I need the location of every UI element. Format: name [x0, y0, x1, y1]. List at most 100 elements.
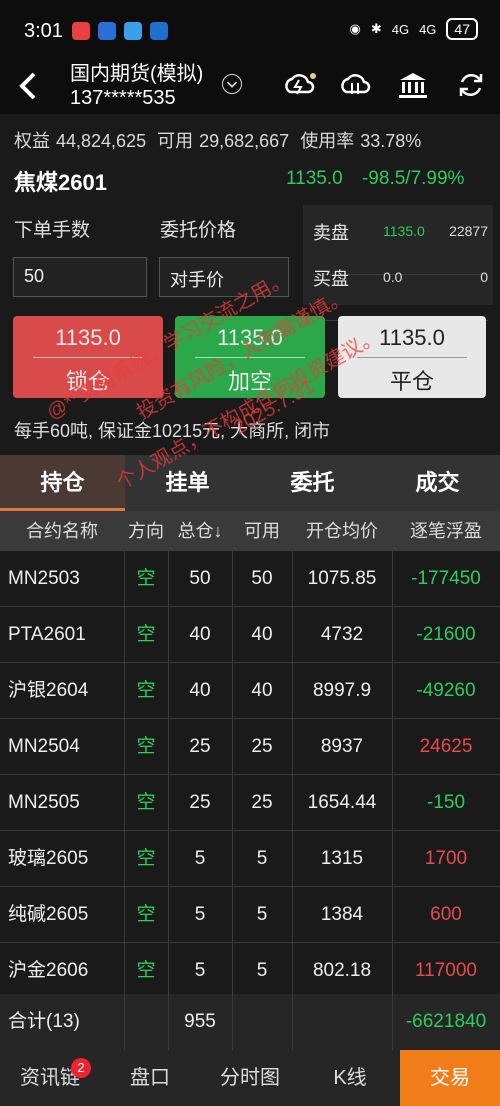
chevron-down-icon[interactable]	[222, 74, 242, 94]
add-short-button[interactable]: 1135.0 加空	[175, 316, 325, 398]
status-time: 3:01	[24, 20, 63, 42]
tab-pending[interactable]: 挂单	[125, 455, 250, 511]
direction: 空	[136, 904, 156, 925]
table-header: 合约名称 方向 总仓↓ 可用 开仓均价 逐笔浮盈	[0, 511, 500, 551]
table-row[interactable]: 沪金2606 空 5 5 802.18 117000	[0, 943, 500, 999]
total-qty: 955	[184, 1011, 216, 1032]
qty-input[interactable]: 50	[13, 257, 147, 297]
column-divider	[168, 511, 169, 1051]
direction: 空	[136, 568, 156, 589]
short-price: 1135.0	[217, 325, 283, 350]
column-divider	[124, 511, 125, 1051]
lock-label: 锁仓	[65, 369, 110, 394]
buy-volume: 0	[480, 269, 488, 285]
contract-name: PTA2601	[8, 624, 86, 645]
contract-name: MN2505	[8, 792, 80, 813]
lock-position-button[interactable]: 1135.0 锁仓	[13, 316, 163, 398]
price-input[interactable]: 对手价	[159, 257, 289, 297]
available-label: 可用	[157, 131, 194, 151]
pnl: -21600	[416, 624, 476, 645]
status-app-icons	[72, 22, 168, 40]
table-row[interactable]: PTA2601 空 40 40 4732 -21600	[0, 607, 500, 663]
buy-row[interactable]: 买盘 0.0 0	[313, 265, 488, 321]
contract-name: 沪金2606	[8, 960, 89, 981]
table-row[interactable]: 沪银2604 空 40 40 8997.9 -49260	[0, 663, 500, 719]
nav-trade[interactable]: 交易	[400, 1050, 500, 1106]
close-position-button[interactable]: 1135.0 平仓	[338, 316, 486, 398]
signal-icon: 4G	[391, 21, 410, 37]
cloud-sync-icon[interactable]	[282, 70, 316, 100]
total-qty: 40	[189, 624, 211, 645]
bluetooth-icon: ✱	[370, 21, 382, 36]
tab-positions[interactable]: 持仓	[0, 455, 125, 511]
symbol-name[interactable]: 焦煤2601	[14, 165, 107, 197]
tab-orders[interactable]: 委托	[250, 455, 375, 511]
pnl: -49260	[416, 680, 476, 701]
status-bar: 3:01 ◉ ✱ 4G 4G 47	[0, 0, 500, 62]
avg-price: 4732	[320, 624, 364, 645]
col-available[interactable]: 可用	[232, 511, 292, 551]
contract-info: 每手60吨, 保证金10215元, 大商所, 闭市	[14, 421, 331, 441]
avg-price: 1384	[320, 904, 364, 925]
refresh-icon[interactable]	[454, 70, 488, 100]
button-divider	[195, 357, 305, 358]
back-arrow-icon[interactable]	[12, 66, 48, 106]
page-title[interactable]: 国内期货(模拟) 137*****535	[70, 62, 203, 110]
nav-market-depth[interactable]: 盘口	[100, 1050, 200, 1106]
close-price: 1135.0	[379, 325, 445, 350]
contract-name: MN2503	[8, 568, 80, 589]
available-qty: 25	[251, 736, 273, 757]
total-qty: 5	[194, 960, 206, 981]
direction: 空	[136, 960, 156, 981]
signal-icon: 4G	[419, 21, 437, 37]
pnl: 1700	[424, 848, 468, 869]
col-pnl[interactable]: 逐笔浮盈	[392, 511, 500, 551]
short-label: 加空	[227, 369, 272, 394]
battery-icon: 47	[446, 18, 478, 40]
button-divider	[33, 357, 143, 358]
symbol-quote: 1135.0 -98.5/7.99%	[286, 168, 478, 190]
nav-kline[interactable]: K线	[300, 1050, 400, 1106]
avg-price: 1315	[320, 848, 364, 869]
nav-news[interactable]: 资讯链 2	[0, 1050, 100, 1106]
sell-price: 1135.0	[383, 223, 425, 239]
table-row[interactable]: MN2505 空 25 25 1654.44 -150	[0, 775, 500, 831]
direction: 空	[136, 680, 156, 701]
total-pnl: -6621840	[405, 1011, 487, 1032]
table-row[interactable]: MN2503 空 50 50 1075.85 -177450	[0, 551, 500, 607]
tab-trades[interactable]: 成交	[375, 455, 500, 511]
total-qty: 25	[189, 792, 211, 813]
total-label: 合计(13)	[8, 1011, 80, 1032]
total-qty: 5	[194, 848, 206, 869]
col-direction[interactable]: 方向	[124, 511, 168, 551]
symbol-change: -98.5/7.99%	[361, 168, 465, 189]
symbol-price: 1135.0	[286, 168, 343, 189]
table-row[interactable]: 玻璃2605 空 5 5 1315 1700	[0, 831, 500, 887]
total-qty: 40	[189, 680, 211, 701]
avg-price: 1075.85	[307, 568, 377, 589]
eye-icon: ◉	[349, 21, 361, 36]
table-row[interactable]: 纯碱2605 空 5 5 1384 600	[0, 887, 500, 943]
nav-intraday[interactable]: 分时图	[200, 1050, 300, 1106]
title-bar: 国内期货(模拟) 137*****535	[0, 62, 500, 114]
col-avg-price[interactable]: 开仓均价	[292, 511, 392, 551]
pnl: 117000	[415, 960, 477, 981]
col-total[interactable]: 总仓↓	[168, 511, 232, 551]
lock-price: 1135.0	[55, 325, 121, 350]
account-number: 137*****535	[70, 87, 176, 109]
app-notification-icon	[98, 22, 116, 40]
table-row[interactable]: MN2504 空 25 25 8937 24625	[0, 719, 500, 775]
buy-price: 0.0	[383, 269, 403, 285]
tab-bar: 持仓 挂单 委托 成交	[0, 455, 500, 511]
pnl: -150	[426, 792, 466, 813]
available-value: 29,682,667	[199, 131, 290, 151]
status-indicators: ◉ ✱ 4G 4G 47	[349, 18, 478, 40]
cloud-icon[interactable]	[338, 70, 372, 100]
available-qty: 5	[256, 960, 268, 981]
pnl: 24625	[419, 736, 473, 757]
title-label: 国内期货(模拟)	[70, 63, 204, 85]
avg-price: 802.18	[312, 960, 372, 981]
direction: 空	[136, 792, 156, 813]
col-contract[interactable]: 合约名称	[0, 511, 124, 551]
bank-icon[interactable]	[396, 70, 430, 100]
